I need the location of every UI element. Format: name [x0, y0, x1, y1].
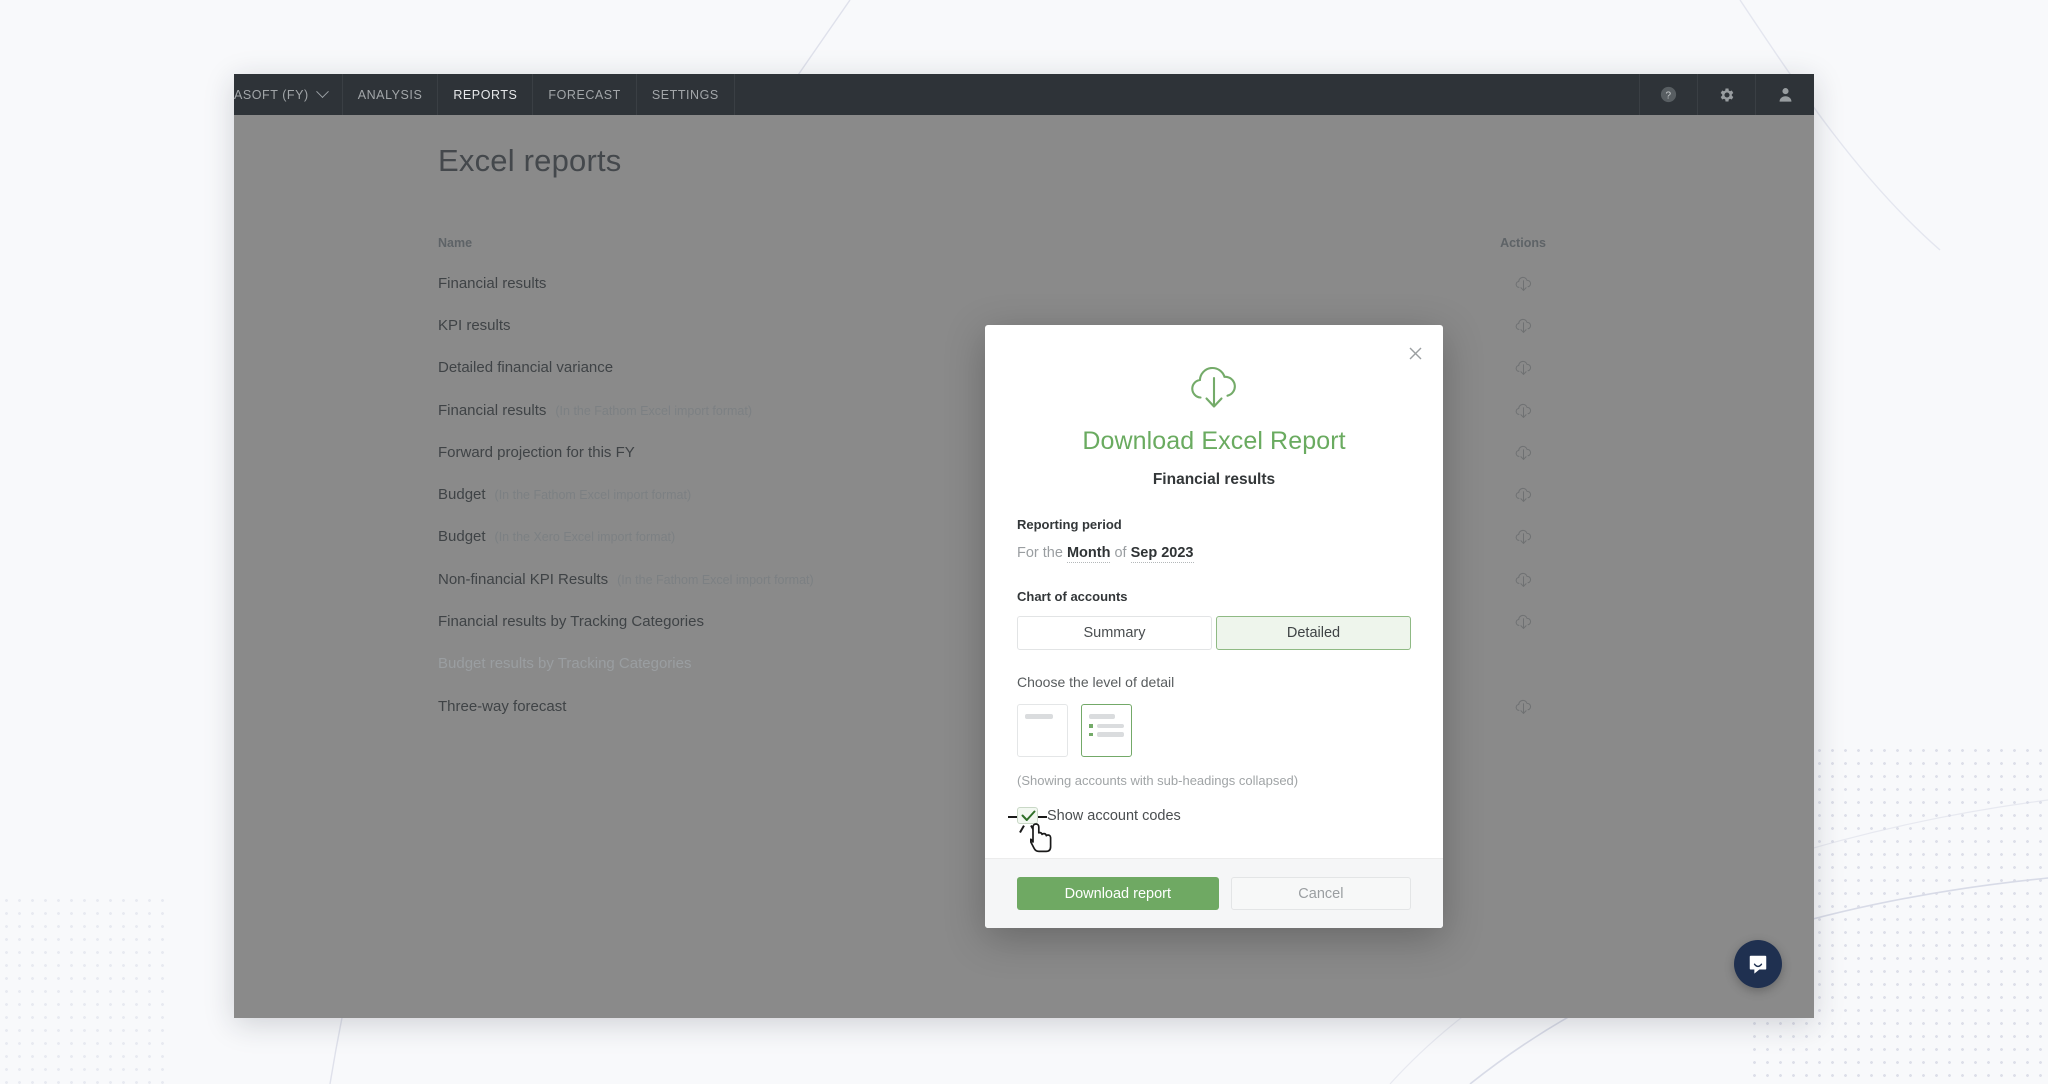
- download-report-label: Download report: [1064, 885, 1172, 902]
- tile-sub-line: [1089, 723, 1124, 728]
- click-burst-line: [1038, 816, 1047, 818]
- level-of-detail-tiles: [1017, 704, 1411, 757]
- period-value-selector[interactable]: Sep 2023: [1130, 545, 1194, 563]
- modal-title: Download Excel Report: [1082, 427, 1346, 455]
- download-excel-report-dialog: Download Excel Report Financial results …: [985, 325, 1443, 928]
- sub-headings-tile[interactable]: [1081, 704, 1132, 757]
- nav-item-settings[interactable]: SETTINGS: [637, 74, 735, 115]
- bullet-icon: [1089, 732, 1093, 736]
- show-account-codes-row: Show account codes: [1008, 807, 1411, 853]
- mouse-cursor-pointer: [1030, 823, 1052, 853]
- tile-bar: [1089, 714, 1115, 719]
- dot-grid-bottom-left: [0, 894, 170, 1084]
- nav-spacer: [735, 74, 1640, 115]
- nav-item-analysis[interactable]: ANALYSIS: [343, 74, 439, 115]
- user-icon[interactable]: [1756, 74, 1814, 115]
- modal-body: Download Excel Report Financial results …: [985, 325, 1443, 858]
- cancel-button[interactable]: Cancel: [1230, 877, 1411, 910]
- modal-subtitle: Financial results: [1152, 471, 1276, 488]
- tile-bar: [1025, 714, 1053, 719]
- close-icon[interactable]: [1403, 341, 1427, 365]
- nav-company-label: ASOFT (FY): [234, 87, 309, 102]
- modal-overlay: Download Excel Report Financial results …: [234, 115, 1814, 1018]
- nav-company-selector[interactable]: ASOFT (FY): [234, 74, 343, 115]
- cloud-download-icon: [1017, 359, 1411, 413]
- chart-of-accounts-option-detailed[interactable]: Detailed: [1216, 616, 1411, 650]
- nav-label-settings: SETTINGS: [651, 87, 719, 102]
- nav-label-reports: REPORTS: [453, 87, 518, 102]
- reporting-period-row: For the Month of Sep 2023: [1017, 545, 1411, 563]
- chart-of-accounts-label: Chart of accounts: [1017, 589, 1128, 604]
- chart-of-accounts-toggle: Summary Detailed: [1017, 616, 1411, 650]
- page-root: ASOFT (FY) ANALYSIS REPORTS FORECAST SET…: [0, 0, 2048, 1084]
- modal-footer: Download report Cancel: [985, 858, 1443, 928]
- nav-label-forecast: FORECAST: [548, 87, 621, 102]
- show-account-codes-label[interactable]: Show account codes: [1047, 808, 1181, 824]
- chart-of-accounts-option-summary[interactable]: Summary: [1017, 616, 1212, 650]
- page-body: Excel reports Name Actions Financial res…: [234, 115, 1814, 1018]
- period-connector: of: [1114, 545, 1127, 561]
- intercom-launcher-button[interactable]: [1734, 940, 1782, 988]
- nav-item-forecast[interactable]: FORECAST: [533, 74, 637, 115]
- nav-item-reports[interactable]: REPORTS: [438, 74, 534, 115]
- click-burst-line: [1008, 816, 1017, 818]
- segment-label-summary: Summary: [1083, 625, 1146, 641]
- tile-bar: [1096, 732, 1124, 737]
- click-burst-line: [1019, 825, 1025, 833]
- gear-icon[interactable]: [1698, 74, 1756, 115]
- download-report-button[interactable]: Download report: [1017, 877, 1219, 910]
- tile-bar: [1096, 723, 1124, 728]
- top-navigation-bar: ASOFT (FY) ANALYSIS REPORTS FORECAST SET…: [234, 74, 1814, 115]
- level-of-detail-hint: (Showing accounts with sub-headings coll…: [1017, 773, 1299, 788]
- help-icon[interactable]: ?: [1640, 74, 1698, 115]
- reporting-period-label: Reporting period: [1017, 517, 1122, 532]
- flat-list-tile[interactable]: [1017, 704, 1068, 757]
- chevron-down-icon: [315, 85, 329, 99]
- app-window: ASOFT (FY) ANALYSIS REPORTS FORECAST SET…: [234, 74, 1814, 1018]
- bullet-icon: [1089, 724, 1093, 728]
- show-account-codes-checkbox[interactable]: [1008, 807, 1052, 853]
- chat-bubble-icon: [1749, 955, 1767, 974]
- nav-label-analysis: ANALYSIS: [357, 87, 423, 102]
- svg-text:?: ?: [1665, 90, 1671, 101]
- level-of-detail-label: Choose the level of detail: [1017, 674, 1175, 690]
- period-prefix: For the: [1017, 545, 1063, 561]
- click-burst-line: [1030, 825, 1036, 833]
- tile-sub-line: [1089, 732, 1124, 737]
- cancel-label: Cancel: [1298, 885, 1344, 902]
- segment-label-detailed: Detailed: [1286, 625, 1341, 641]
- period-type-selector[interactable]: Month: [1066, 545, 1111, 563]
